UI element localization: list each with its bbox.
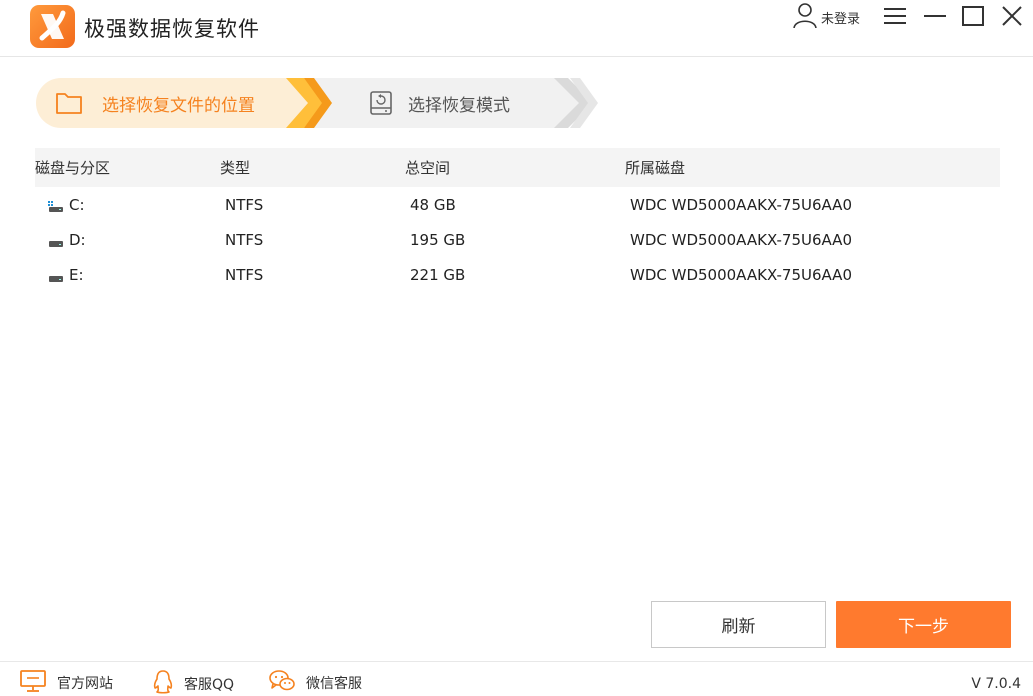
app-title: 极强数据恢复软件 — [84, 17, 260, 41]
step-select-location: 选择恢复文件的位置 — [54, 78, 255, 128]
partition-disk: WDC WD5000AAKX-75U6AA0 — [630, 230, 852, 249]
table-row[interactable]: D: NTFS 195 GB WDC WD5000AAKX-75U6AA0 — [35, 222, 1000, 257]
table-row[interactable]: E: NTFS 221 GB WDC WD5000AAKX-75U6AA0 — [35, 257, 1000, 292]
partition-type: NTFS — [225, 195, 264, 214]
drive-icon — [48, 234, 64, 247]
table-header: 磁盘与分区 类型 总空间 所属磁盘 — [35, 148, 1000, 187]
monitor-icon — [19, 669, 47, 696]
step-label: 选择恢复模式 — [408, 95, 510, 116]
minimize-button[interactable] — [921, 4, 949, 28]
partition-type: NTFS — [225, 265, 264, 284]
footer-link-label: 官方网站 — [57, 676, 113, 692]
column-header-size: 总空间 — [405, 159, 451, 177]
footer-link-label: 客服QQ — [184, 677, 235, 693]
drive-icon — [48, 269, 64, 282]
customer-service-qq-link[interactable]: 客服QQ — [152, 669, 234, 696]
minimize-icon — [924, 15, 946, 17]
maximize-icon — [962, 6, 984, 26]
step-indicator: 选择恢复文件的位置 选择恢复模式 — [36, 78, 598, 128]
footer: 官方网站 客服QQ 微信客服 V 7.0.4 — [0, 661, 1033, 696]
menu-button[interactable] — [881, 4, 909, 28]
close-button[interactable] — [998, 4, 1026, 28]
menu-icon — [884, 8, 906, 24]
partition-name: C: — [69, 195, 85, 214]
partition-size: 195 GB — [410, 230, 466, 249]
disk-restore-icon — [366, 88, 396, 118]
user-icon — [792, 2, 818, 32]
title-bar: 极强数据恢复软件 未登录 — [0, 0, 1033, 57]
wechat-service-link[interactable]: 微信客服 — [268, 669, 362, 696]
column-header-disk: 所属磁盘 — [625, 159, 686, 177]
qq-icon — [152, 669, 174, 696]
partition-name: E: — [69, 265, 84, 284]
step-select-mode: 选择恢复模式 — [366, 78, 510, 128]
refresh-button[interactable]: 刷新 — [651, 601, 826, 648]
partition-table: 磁盘与分区 类型 总空间 所属磁盘 C: NTFS 48 GB WDC WD50… — [35, 148, 1000, 292]
partition-disk: WDC WD5000AAKX-75U6AA0 — [630, 265, 852, 284]
app-logo — [30, 5, 75, 48]
table-row[interactable]: C: NTFS 48 GB WDC WD5000AAKX-75U6AA0 — [35, 187, 1000, 222]
column-header-type: 类型 — [220, 159, 251, 177]
footer-link-label: 微信客服 — [306, 676, 362, 692]
partition-size: 48 GB — [410, 195, 456, 214]
app-window: 极强数据恢复软件 未登录 选择恢复文件的位置 选择恢复模式 磁盘与分区 类型 总… — [0, 0, 1033, 696]
login-status: 未登录 — [821, 11, 861, 27]
version-label: V 7.0.4 — [971, 676, 1021, 692]
close-icon — [1002, 6, 1022, 26]
wechat-icon — [268, 669, 296, 696]
system-drive-icon — [48, 199, 64, 212]
folder-icon — [54, 88, 84, 118]
login-button[interactable]: 未登录 — [792, 2, 861, 32]
official-website-link[interactable]: 官方网站 — [19, 669, 113, 696]
maximize-button[interactable] — [959, 4, 987, 28]
step-label: 选择恢复文件的位置 — [102, 95, 255, 116]
column-header-partition: 磁盘与分区 — [35, 159, 111, 177]
partition-type: NTFS — [225, 230, 264, 249]
partition-disk: WDC WD5000AAKX-75U6AA0 — [630, 195, 852, 214]
partition-name: D: — [69, 230, 86, 249]
next-step-button[interactable]: 下一步 — [836, 601, 1011, 648]
partition-size: 221 GB — [410, 265, 466, 284]
